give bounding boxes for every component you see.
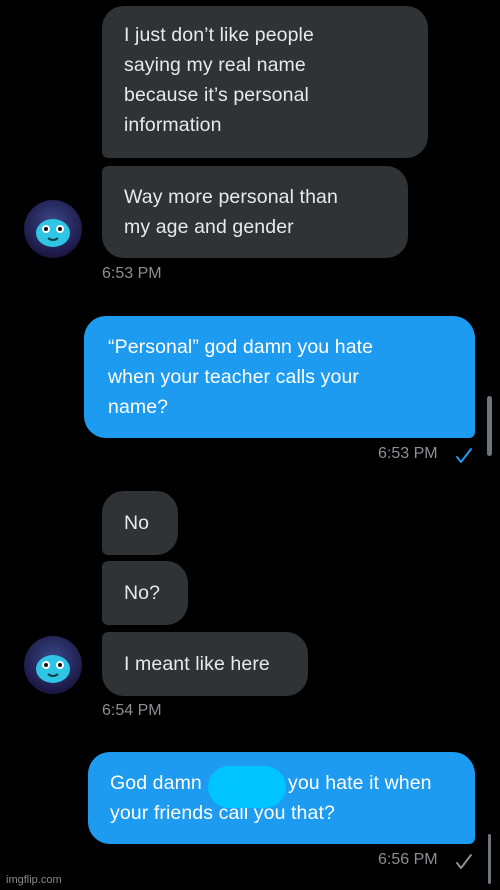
message-text-part: you hate it when — [288, 772, 432, 794]
scrollbar-thumb[interactable] — [487, 396, 492, 456]
message-timestamp: 6:54 PM — [102, 702, 162, 719]
contact-avatar[interactable] — [24, 200, 82, 258]
message-timestamp: 6:56 PM — [378, 851, 438, 868]
redaction-overlay — [208, 766, 286, 808]
message-bubble-outgoing[interactable]: “Personal” god damn you hate when your t… — [84, 316, 475, 438]
read-check-icon — [456, 448, 472, 463]
message-bubble-incoming[interactable]: No? — [102, 561, 188, 625]
avatar-icon — [24, 200, 82, 258]
message-bubble-incoming[interactable]: Way more personal than my age and gender — [102, 166, 408, 258]
message-bubble-incoming[interactable]: No — [102, 491, 178, 555]
avatar-icon — [24, 636, 82, 694]
message-bubble-incoming[interactable]: I just don’t like people saying my real … — [102, 6, 428, 158]
message-timestamp: 6:53 PM — [378, 445, 438, 462]
watermark: imgflip.com — [6, 874, 62, 886]
message-timestamp: 6:53 PM — [102, 265, 162, 282]
message-bubble-incoming[interactable]: I meant like here — [102, 632, 308, 696]
read-check-icon — [456, 854, 472, 869]
scrollbar-thumb[interactable] — [488, 834, 491, 884]
message-text-part: God damn — [110, 772, 202, 794]
contact-avatar[interactable] — [24, 636, 82, 694]
